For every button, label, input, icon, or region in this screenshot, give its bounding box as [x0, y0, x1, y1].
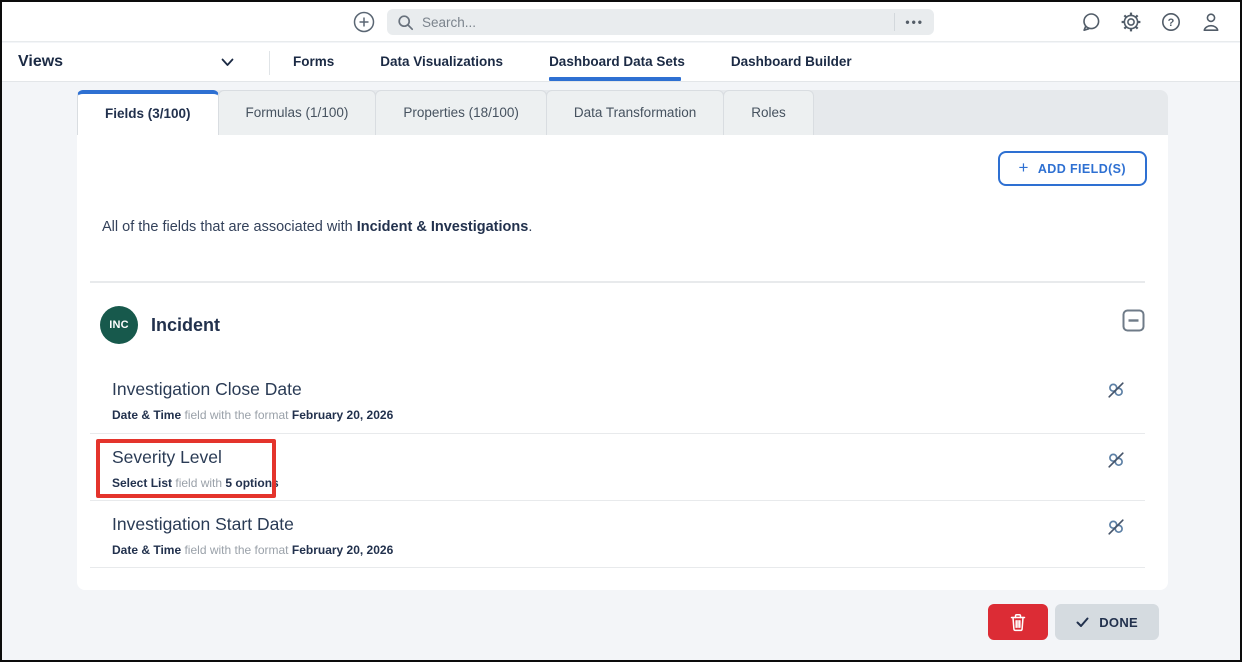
nav-item-forms[interactable]: Forms	[293, 43, 334, 81]
footer-actions: DONE	[988, 604, 1159, 640]
field-subtitle: Date & Time field with the format Februa…	[112, 543, 394, 557]
collapse-section-icon[interactable]	[1122, 309, 1145, 332]
nav-item-dashboard-data-sets[interactable]: Dashboard Data Sets	[549, 43, 685, 81]
incident-section-header: INC Incident	[100, 306, 220, 344]
tab-fields[interactable]: Fields (3/100)	[77, 90, 219, 135]
done-button-label: DONE	[1099, 614, 1138, 630]
tab-formulas[interactable]: Formulas (1/100)	[217, 90, 377, 135]
global-search[interactable]: •••	[387, 9, 934, 35]
tab-roles[interactable]: Roles	[723, 90, 814, 135]
chat-icon[interactable]	[1080, 11, 1102, 33]
object-type-badge: INC	[100, 306, 138, 344]
description-text: All of the fields that are associated wi…	[102, 219, 357, 235]
field-row-investigation-start-date: Investigation Start Date Date & Time fie…	[90, 501, 1145, 568]
field-name: Investigation Close Date	[112, 379, 302, 399]
unlink-field-icon[interactable]	[1105, 379, 1127, 401]
app-window: •••	[0, 0, 1242, 662]
field-row-severity-level: Severity Level Select List field with 5 …	[90, 434, 1145, 501]
section-divider	[90, 281, 1145, 283]
search-input[interactable]	[422, 14, 887, 30]
description-object-name: Incident & Investigations	[356, 219, 529, 235]
profile-icon[interactable]	[1200, 11, 1222, 33]
field-subtitle: Date & Time field with the format Februa…	[112, 408, 394, 422]
nav-item-data-visualizations[interactable]: Data Visualizations	[380, 43, 503, 81]
field-name: Severity Level	[112, 447, 222, 467]
help-icon[interactable]: ?	[1160, 11, 1182, 33]
field-name: Investigation Start Date	[112, 514, 294, 534]
plus-icon: +	[1018, 157, 1029, 177]
dataset-tab-bar: Fields (3/100) Formulas (1/100) Properti…	[77, 90, 1168, 135]
settings-gear-icon[interactable]	[1120, 11, 1142, 33]
field-subtitle: Select List field with 5 options	[112, 476, 279, 490]
svg-text:?: ?	[1168, 17, 1175, 29]
tab-data-transformation[interactable]: Data Transformation	[545, 90, 725, 135]
chevron-down-icon[interactable]	[221, 58, 234, 67]
unlink-field-icon[interactable]	[1105, 516, 1127, 538]
top-bar: •••	[2, 2, 1240, 42]
delete-button[interactable]	[988, 604, 1049, 640]
fields-description: All of the fields that are associated wi…	[102, 219, 532, 235]
search-more-options-icon[interactable]: •••	[894, 13, 930, 31]
top-bar-actions: ?	[1080, 11, 1222, 33]
nav-items: Forms Data Visualizations Dashboard Data…	[293, 43, 852, 81]
search-icon	[397, 14, 414, 31]
nav-item-dashboard-builder[interactable]: Dashboard Builder	[731, 43, 852, 81]
add-new-icon[interactable]	[353, 11, 375, 33]
tab-properties[interactable]: Properties (18/100)	[375, 90, 547, 135]
description-period: .	[528, 219, 533, 235]
field-row-investigation-close-date: Investigation Close Date Date & Time fie…	[90, 364, 1145, 434]
secondary-nav: Views Forms Data Visualizations Dashboar…	[2, 43, 1240, 82]
check-icon	[1076, 617, 1089, 628]
unlink-field-icon[interactable]	[1105, 449, 1127, 471]
add-fields-button[interactable]: + ADD FIELD(S)	[997, 151, 1147, 186]
field-list: Investigation Close Date Date & Time fie…	[90, 364, 1145, 568]
fields-panel: + ADD FIELD(S) All of the fields that ar…	[77, 135, 1168, 590]
views-dropdown[interactable]: Views	[18, 43, 63, 81]
add-fields-button-label: ADD FIELD(S)	[1037, 161, 1126, 176]
nav-divider	[269, 51, 270, 75]
section-title: Incident	[151, 314, 221, 335]
done-button[interactable]: DONE	[1055, 604, 1159, 640]
views-dropdown-label: Views	[18, 53, 64, 70]
trash-icon	[1009, 613, 1027, 632]
